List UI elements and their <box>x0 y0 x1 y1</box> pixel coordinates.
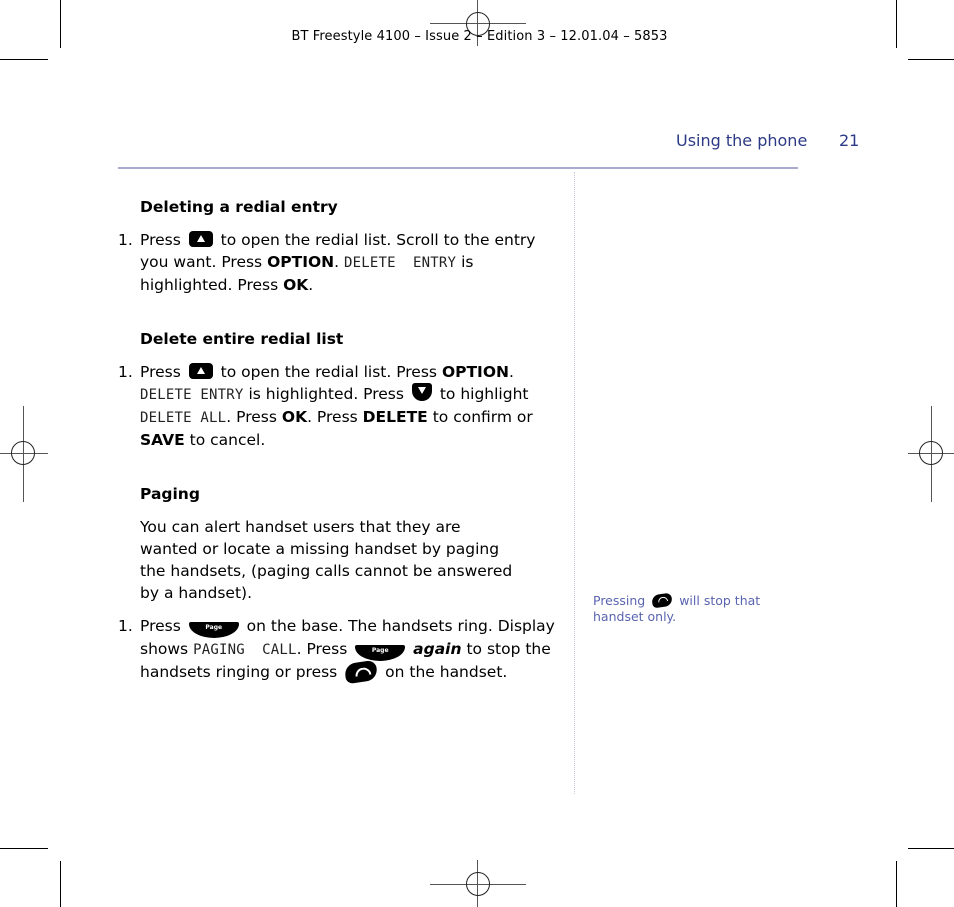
print-slug: BT Freestyle 4100 – Issue 2 – Edition 3 … <box>291 29 668 44</box>
option-key-label: OPTION <box>441 363 509 381</box>
up-arrow-key-icon <box>188 231 213 247</box>
display-text: DELETE ENTRY <box>343 255 457 271</box>
crop-mark <box>60 861 61 907</box>
delete-key-label: DELETE <box>362 408 428 426</box>
column-divider <box>574 172 575 794</box>
intro-paragraph: You can alert handset users that they ar… <box>140 518 513 602</box>
section-title: Using the phone <box>676 131 808 150</box>
down-arrow-key-icon <box>411 383 432 401</box>
end-call-key-icon <box>343 659 379 685</box>
instruction-step: 1. Press to open the redial list. Scroll… <box>118 231 536 294</box>
page-key-icon: Page <box>355 645 406 661</box>
display-text: DELETE ALL <box>140 410 227 426</box>
sidenote: Pressing will stop that handset only. <box>593 592 761 624</box>
emphasis-text: again <box>413 640 462 658</box>
main-column: Deleting a redial entry 1. Press to open… <box>118 196 568 685</box>
end-call-key-icon <box>651 592 674 609</box>
up-arrow-key-icon <box>188 363 213 379</box>
section-heading: Delete entire redial list <box>140 330 344 348</box>
page-number: 21 <box>839 131 860 150</box>
header-rule <box>118 167 798 169</box>
step-number: 1. <box>118 617 133 635</box>
step-number: 1. <box>118 363 133 381</box>
save-key-label: SAVE <box>140 431 185 449</box>
crop-mark <box>0 848 48 849</box>
crop-mark <box>0 59 48 60</box>
section-heading: Deleting a redial entry <box>140 198 338 216</box>
display-text: DELETE ENTRY <box>140 387 244 403</box>
instruction-step: 1. Press Page on the base. The handsets … <box>118 615 568 685</box>
display-text: PAGING CALL <box>193 642 297 658</box>
option-key-label: OPTION <box>267 253 335 271</box>
crop-mark <box>908 848 954 849</box>
step-number: 1. <box>118 231 133 249</box>
section-heading: Paging <box>140 485 200 503</box>
crop-mark <box>896 861 897 907</box>
crop-mark <box>908 59 954 60</box>
ok-key-label: OK <box>283 276 309 294</box>
page-key-icon: Page <box>188 622 239 638</box>
instruction-step: 1. Press to open the redial list. Press … <box>118 363 533 449</box>
ok-key-label: OK <box>281 408 308 426</box>
